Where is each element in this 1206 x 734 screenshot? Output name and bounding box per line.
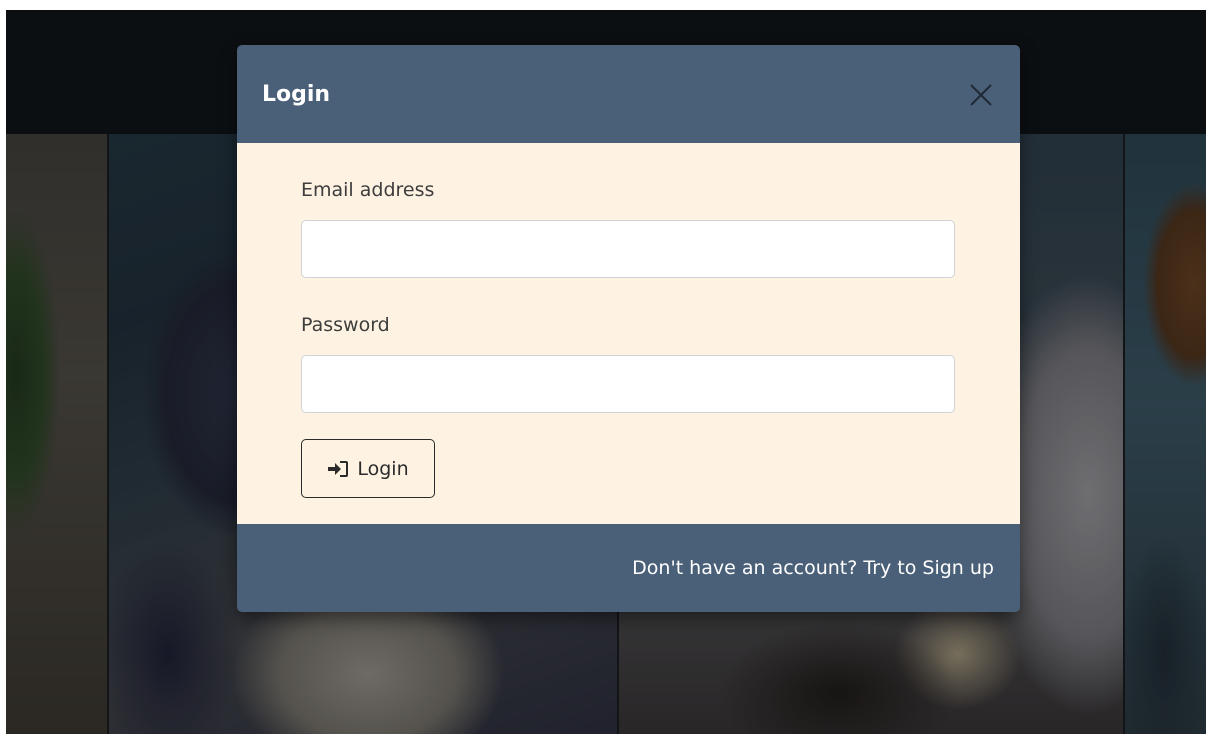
email-input[interactable]: [301, 220, 955, 278]
password-label: Password: [301, 314, 390, 336]
password-input[interactable]: [301, 355, 955, 413]
modal-header: Login: [237, 45, 1020, 143]
signup-link[interactable]: Don't have an account? Try to Sign up: [632, 556, 994, 580]
login-modal: Login Email address Password Login Don't…: [237, 45, 1020, 612]
sign-in-icon: [328, 460, 349, 477]
page-background: Login Email address Password Login Don't…: [6, 10, 1206, 734]
login-button-label: Login: [357, 457, 409, 480]
modal-footer: Don't have an account? Try to Sign up: [237, 524, 1020, 612]
login-button[interactable]: Login: [301, 439, 435, 498]
email-label: Email address: [301, 179, 435, 201]
modal-title: Login: [262, 82, 331, 107]
close-button[interactable]: [967, 81, 995, 109]
close-icon: [970, 84, 992, 106]
modal-body: Email address Password Login: [237, 143, 1020, 524]
